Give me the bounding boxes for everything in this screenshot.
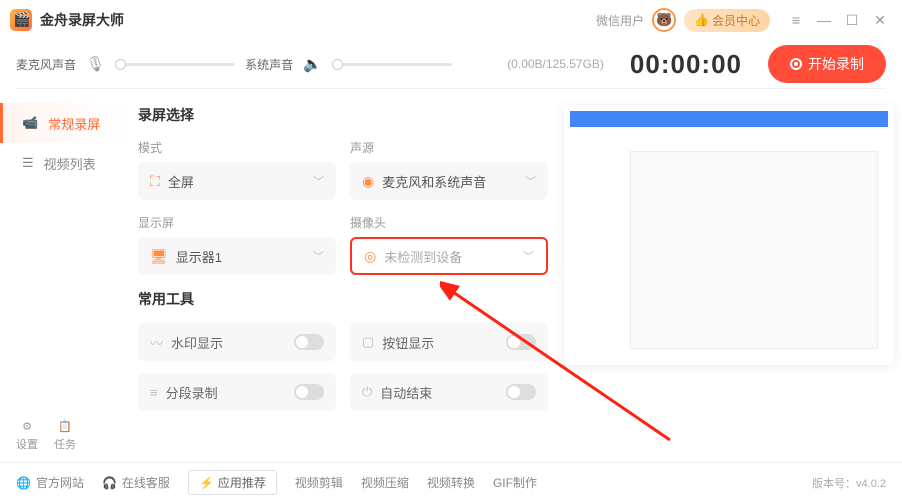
record-options-title: 录屏选择 bbox=[138, 105, 548, 125]
camera-label: 摄像头 bbox=[350, 214, 548, 231]
chevron-down-icon: ﹀ bbox=[313, 173, 324, 189]
menu-icon[interactable]: ≡ bbox=[784, 8, 808, 32]
maximize-icon[interactable]: ☐ bbox=[840, 8, 864, 32]
segment-record-toggle[interactable]: ≡ 分段录制 bbox=[138, 373, 336, 411]
display-label: 显示屏 bbox=[138, 214, 336, 231]
vip-center-button[interactable]: 👍 会员中心 bbox=[684, 9, 770, 32]
sidebar-tab-record[interactable]: 📹 常规录屏 bbox=[0, 103, 130, 143]
fullscreen-icon: ⛶ bbox=[150, 173, 160, 190]
video-convert-link[interactable]: 视频转换 bbox=[427, 474, 475, 491]
minimize-icon[interactable]: — bbox=[812, 8, 836, 32]
app-title: 金舟录屏大师 bbox=[40, 10, 124, 30]
system-audio-label: 系统声音 bbox=[245, 56, 293, 73]
system-audio-slider[interactable] bbox=[332, 63, 452, 66]
tools-title: 常用工具 bbox=[138, 289, 548, 309]
monitor-icon: 🖥 bbox=[150, 248, 168, 265]
record-icon bbox=[790, 58, 802, 70]
mode-label: 模式 bbox=[138, 139, 336, 156]
record-timer: 00:00:00 bbox=[630, 49, 742, 80]
toggle-switch[interactable] bbox=[294, 334, 324, 350]
support-link[interactable]: 🎧在线客服 bbox=[102, 474, 170, 491]
wechat-user-label: 微信用户 bbox=[596, 12, 644, 29]
mode-select[interactable]: ⛶ 全屏 ﹀ bbox=[138, 162, 336, 200]
camera-select[interactable]: ◎ 未检测到设备 ﹀ bbox=[350, 237, 548, 275]
settings-button[interactable]: ⚙ 设置 bbox=[16, 420, 38, 452]
watermark-toggle[interactable]: 〰 水印显示 bbox=[138, 323, 336, 361]
globe-icon: 🌐 bbox=[16, 476, 31, 490]
user-avatar[interactable]: 🐻 bbox=[652, 8, 676, 32]
button-icon: ▢ bbox=[362, 334, 374, 350]
version-label: 版本号：v4.0.2 bbox=[812, 475, 886, 491]
headset-icon: 🎧 bbox=[102, 476, 117, 490]
list-icon: ☰ bbox=[22, 155, 34, 171]
bolt-icon: ⚡ bbox=[199, 476, 214, 490]
auto-end-toggle[interactable]: ⏻ 自动结束 bbox=[350, 373, 548, 411]
toggle-switch[interactable] bbox=[506, 334, 536, 350]
chevron-down-icon: ﹀ bbox=[313, 248, 324, 264]
clipboard-icon: 📋 bbox=[58, 420, 72, 433]
video-edit-link[interactable]: 视频剪辑 bbox=[295, 474, 343, 491]
start-record-button[interactable]: 开始录制 bbox=[768, 45, 886, 83]
tasks-button[interactable]: 📋 任务 bbox=[54, 420, 76, 452]
app-logo bbox=[10, 9, 32, 31]
display-select[interactable]: 🖥 显示器1 ﹀ bbox=[138, 237, 336, 275]
mic-icon[interactable]: 🎙 bbox=[86, 55, 105, 73]
power-icon: ⏻ bbox=[362, 384, 372, 400]
website-link[interactable]: 🌐官方网站 bbox=[16, 474, 84, 491]
storage-info: (0.00B/125.57GB) bbox=[507, 57, 604, 71]
watermark-icon: 〰 bbox=[150, 333, 163, 352]
camera-icon: 📹 bbox=[22, 115, 38, 131]
gear-icon: ⚙ bbox=[22, 420, 32, 433]
button-display-toggle[interactable]: ▢ 按钮显示 bbox=[350, 323, 548, 361]
sidebar-tab-videos[interactable]: ☰ 视频列表 bbox=[0, 143, 130, 183]
mic-label: 麦克风声音 bbox=[16, 56, 76, 73]
gif-maker-link[interactable]: GIF制作 bbox=[493, 474, 537, 491]
toggle-switch[interactable] bbox=[506, 384, 536, 400]
audio-icon: ◉ bbox=[362, 173, 374, 190]
segment-icon: ≡ bbox=[150, 385, 158, 400]
audio-source-select[interactable]: ◉ 麦克风和系统声音 ﹀ bbox=[350, 162, 548, 200]
webcam-icon: ◎ bbox=[364, 248, 376, 265]
chevron-down-icon: ﹀ bbox=[525, 173, 536, 189]
close-icon[interactable]: ✕ bbox=[868, 8, 892, 32]
speaker-icon[interactable]: 🔈 bbox=[303, 55, 322, 73]
app-recommend-button[interactable]: ⚡应用推荐 bbox=[188, 470, 277, 495]
preview-panel bbox=[564, 105, 894, 365]
toggle-switch[interactable] bbox=[294, 384, 324, 400]
chevron-down-icon: ﹀ bbox=[523, 248, 534, 264]
mic-slider[interactable] bbox=[115, 63, 235, 66]
video-compress-link[interactable]: 视频压缩 bbox=[361, 474, 409, 491]
audio-source-label: 声源 bbox=[350, 139, 548, 156]
